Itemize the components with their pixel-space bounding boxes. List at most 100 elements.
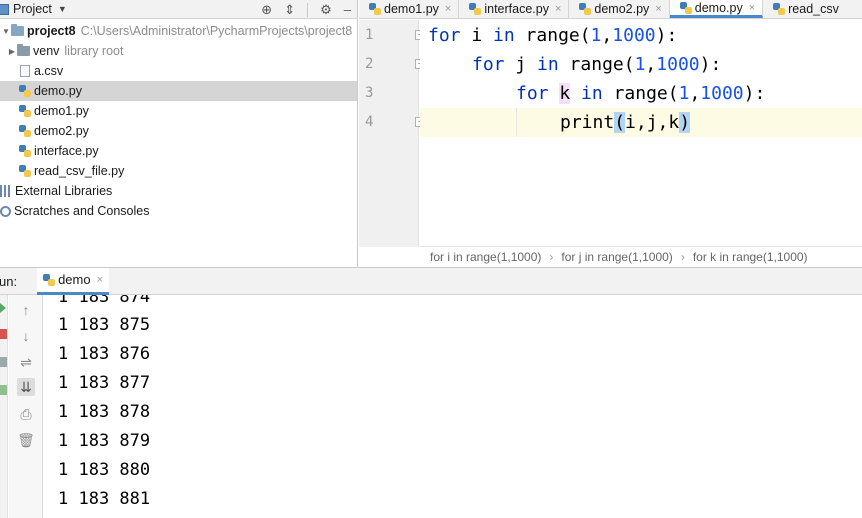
- python-file-icon: [19, 165, 31, 177]
- tree-item-path: C:\Users\Administrator\PycharmProjects\p…: [80, 24, 353, 38]
- code-token: range(: [602, 83, 679, 104]
- chevron-right-icon[interactable]: ▶: [7, 47, 17, 56]
- tab-read-csv[interactable]: read_csv: [763, 0, 846, 18]
- close-icon[interactable]: ×: [97, 274, 103, 286]
- tree-item-label: demo2.py: [34, 124, 89, 138]
- output-line: 1 183 874: [58, 295, 151, 307]
- tree-item-demo2-py[interactable]: demo2.py: [0, 121, 357, 141]
- code-token: i,j,k: [625, 112, 680, 133]
- trash-icon[interactable]: 🗑: [17, 431, 35, 449]
- tree-item-label: demo.py: [34, 84, 82, 98]
- close-icon[interactable]: ×: [655, 3, 661, 15]
- code-token: in: [493, 25, 515, 46]
- folder-icon: [17, 44, 30, 56]
- code-token: in: [537, 54, 559, 75]
- close-icon[interactable]: ×: [445, 3, 451, 15]
- chevron-down-icon[interactable]: ▼: [1, 27, 11, 36]
- soft-wrap-icon[interactable]: ⇌: [17, 353, 35, 371]
- chevron-down-icon[interactable]: ▼: [58, 4, 67, 14]
- scroll-to-end-icon[interactable]: ⇊: [17, 378, 35, 396]
- tree-item-interface-py[interactable]: interface.py: [0, 141, 357, 161]
- tree-item-external-libraries[interactable]: External Libraries: [0, 181, 357, 201]
- debug-icon[interactable]: [0, 385, 7, 395]
- tree-item-label: project8: [27, 24, 76, 38]
- code-token: j: [504, 54, 538, 75]
- collapse-all-icon[interactable]: ⇕: [284, 2, 295, 18]
- text-file-icon: [20, 65, 30, 77]
- gear-icon[interactable]: ⚙: [320, 2, 332, 18]
- code-token: ):: [699, 54, 722, 75]
- project-view-icon: [0, 3, 9, 15]
- pause-icon[interactable]: [0, 357, 7, 367]
- code-token: 1: [678, 83, 690, 104]
- tree-item-label: Scratches and Consoles: [14, 204, 150, 218]
- tree-item-label: demo1.py: [34, 104, 89, 118]
- locate-icon[interactable]: ⊕: [261, 2, 272, 18]
- code-token: 1: [634, 54, 646, 75]
- tree-item-label: interface.py: [34, 144, 99, 158]
- output-line: 1 183 875: [58, 315, 151, 335]
- breadcrumb-item[interactable]: for k in range(1,1000): [693, 250, 808, 264]
- editor-gutter[interactable]: 1 2 3 4 − − −: [359, 20, 425, 247]
- output-line: 1 183 880: [58, 460, 151, 480]
- rerun-icon[interactable]: [0, 303, 7, 313]
- breadcrumb-item[interactable]: for j in range(1,1000): [561, 250, 672, 264]
- editor-tab-bar: demo1.py × interface.py × demo2.py × dem…: [359, 0, 862, 19]
- run-label: un:: [0, 273, 18, 289]
- tab-demo1-py[interactable]: demo1.py ×: [359, 0, 460, 18]
- line-number: 2: [365, 56, 374, 72]
- console-output[interactable]: 1 183 874 1 183 875 1 183 876 1 183 877 …: [44, 295, 862, 518]
- breadcrumb-item[interactable]: for i in range(1,1000): [430, 250, 541, 264]
- tree-item-a-csv[interactable]: a.csv: [0, 61, 357, 81]
- line-number: 3: [365, 85, 374, 101]
- close-icon[interactable]: ×: [749, 2, 755, 14]
- arrow-up-icon[interactable]: ↑: [17, 301, 35, 319]
- project-tree: ▼ project8 C:\Users\Administrator\Pychar…: [0, 19, 357, 221]
- tab-demo-py[interactable]: demo.py ×: [669, 0, 764, 18]
- tab-interface-py[interactable]: interface.py ×: [459, 0, 570, 18]
- code-line-2: for j in range(1,1000):: [420, 50, 862, 79]
- tab-demo2-py[interactable]: demo2.py ×: [569, 0, 670, 18]
- output-line: 1 183 878: [58, 402, 151, 422]
- line-number: 1: [365, 27, 374, 43]
- tab-label: interface.py: [484, 2, 549, 16]
- python-file-icon: [579, 3, 592, 15]
- code-token: ):: [655, 25, 678, 46]
- project-view-title[interactable]: Project: [13, 2, 52, 16]
- chevron-right-icon: ›: [680, 250, 685, 264]
- brace-match: ): [679, 112, 691, 133]
- scratches-icon: [0, 205, 11, 217]
- tab-run-demo[interactable]: demo ×: [37, 267, 110, 295]
- code-token: ):: [743, 83, 766, 104]
- output-line: 1 183 877: [58, 373, 151, 393]
- tab-label: demo: [58, 272, 91, 287]
- print-icon[interactable]: ⎙: [17, 405, 35, 423]
- close-icon[interactable]: ×: [555, 3, 561, 15]
- tree-item-demo-py[interactable]: demo.py: [0, 81, 357, 101]
- arrow-down-icon[interactable]: ↓: [17, 327, 35, 345]
- python-file-icon: [679, 1, 692, 14]
- code-token: in: [581, 83, 603, 104]
- run-tool-window-header: un: demo ×: [0, 267, 862, 295]
- stop-icon[interactable]: [0, 329, 7, 339]
- project-header-tools: ⊕ ⇕ ⚙ –: [261, 0, 351, 19]
- code-token: i: [460, 25, 494, 46]
- code-editor[interactable]: for i in range(1,1000): for j in range(1…: [420, 20, 862, 247]
- code-token: ,: [645, 54, 657, 75]
- breadcrumb: for i in range(1,1000) › for j in range(…: [420, 246, 862, 267]
- divider: [307, 2, 309, 17]
- code-token: ,: [601, 25, 613, 46]
- folder-icon: [11, 24, 24, 36]
- tree-item-project8[interactable]: ▼ project8 C:\Users\Administrator\Pychar…: [0, 21, 357, 41]
- hide-icon[interactable]: –: [344, 2, 351, 17]
- tree-item-venv[interactable]: ▶ venv library root: [0, 41, 357, 61]
- tree-item-demo1-py[interactable]: demo1.py: [0, 101, 357, 121]
- project-panel-header: Project ▼ ⊕ ⇕ ⚙ –: [0, 0, 357, 19]
- code-token: 1000: [700, 83, 744, 104]
- tree-item-read-csv-file-py[interactable]: read_csv_file.py: [0, 161, 357, 181]
- python-file-icon: [469, 3, 482, 15]
- tab-label: read_csv: [788, 2, 839, 16]
- tree-item-scratches[interactable]: Scratches and Consoles: [0, 201, 357, 221]
